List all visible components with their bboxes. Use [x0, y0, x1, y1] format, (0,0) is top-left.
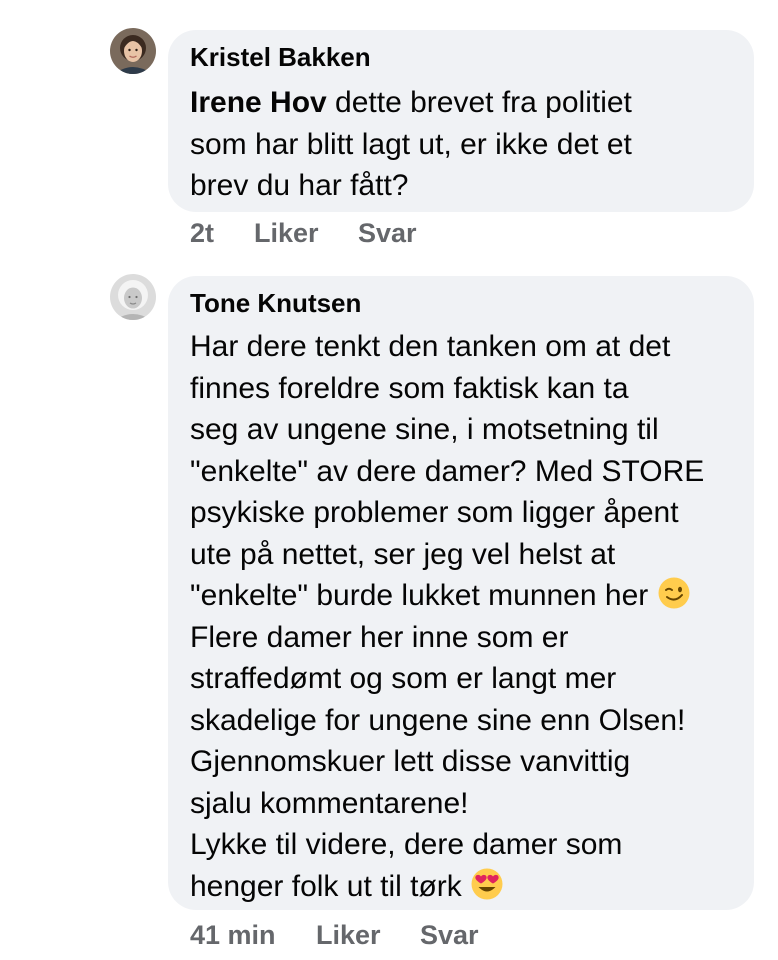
mention-link[interactable]: Irene Hov	[190, 86, 327, 119]
comment-bubble: Tone Knutsen Har dere tenkt den tanken o…	[168, 276, 754, 910]
comment-text-line: dette brevet fra politiet	[326, 86, 632, 119]
woman-portrait-icon	[110, 28, 156, 74]
comment-text-line: brev du har fått?	[190, 169, 409, 202]
reply-button[interactable]: Svar	[420, 920, 479, 951]
heart-eyes-emoji-icon	[470, 867, 504, 901]
comment-text-line: som har blitt lagt ut, er ikke det et	[190, 127, 632, 161]
comment-bubble: Kristel Bakken Irene Hov dette brevet fr…	[168, 30, 754, 212]
comment-author[interactable]: Tone Knutsen	[190, 288, 754, 318]
comment-text-line: henger folk ut til tørk	[190, 869, 471, 903]
comment-tone-knutsen: Tone Knutsen Har dere tenkt den tanken o…	[0, 260, 778, 960]
comment-time[interactable]: 41 min	[190, 920, 276, 951]
comment-kristel-bakken: Kristel Bakken Irene Hov dette brevet fr…	[0, 0, 778, 260]
comment-text-line: ute på nettet, ser jeg vel helst at	[190, 537, 616, 571]
comment-text-line: straffedømt og som er langt mer	[190, 662, 617, 695]
comment-text: Har dere tenkt den tanken om at det finn…	[190, 326, 754, 907]
comment-text: Irene Hov dette brevet fra politiet som …	[190, 82, 754, 207]
reply-button[interactable]: Svar	[358, 218, 417, 249]
comment-meta: 2t Liker Svar	[190, 218, 490, 252]
comment-text-line: Gjennomskuer lett disse vanvittig	[190, 745, 631, 778]
light-portrait-icon	[110, 274, 156, 320]
comment-time[interactable]: 2t	[190, 218, 214, 249]
comment-text-line: seg av ungene sine, i motsetning til	[190, 413, 659, 446]
comment-text-line: Har dere tenkt den tanken om at det	[190, 330, 671, 363]
comment-text-line: skadelige for ungene sine enn Olsen!	[190, 703, 686, 737]
comment-text-line: finnes foreldre som faktisk kan ta	[190, 371, 629, 405]
avatar-kristel-bakken[interactable]	[110, 28, 156, 74]
like-button[interactable]: Liker	[254, 218, 319, 249]
comment-meta: 41 min Liker Svar	[190, 920, 510, 954]
winking-face-emoji-icon	[657, 576, 691, 610]
comment-author[interactable]: Kristel Bakken	[190, 42, 754, 72]
comment-text-line: sjalu kommentarene!	[190, 786, 469, 820]
avatar-tone-knutsen[interactable]	[110, 274, 156, 320]
like-button[interactable]: Liker	[316, 920, 381, 951]
comment-text-line: psykiske problemer som ligger åpent	[190, 496, 679, 529]
comment-text-line: "enkelte" burde lukket munnen her	[190, 579, 657, 612]
comment-text-line: Flere damer her inne som er	[190, 620, 569, 654]
comment-text-line: Lykke til videre, dere damer som	[190, 828, 623, 861]
comment-text-line: "enkelte" av dere damer? Med STORE	[190, 454, 705, 488]
